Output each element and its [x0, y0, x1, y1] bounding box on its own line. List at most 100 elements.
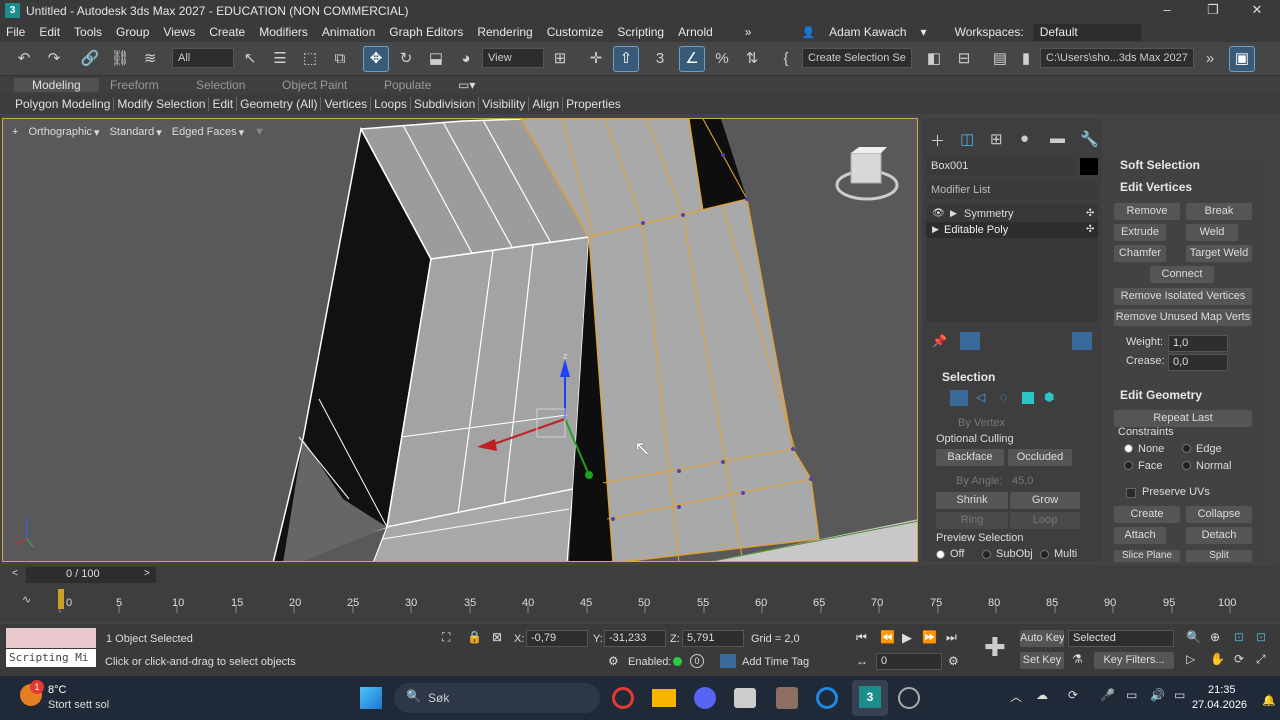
remove-unused-map-verts-button[interactable]: Remove Unused Map Verts: [1114, 309, 1252, 326]
weight-field[interactable]: 1,0: [1168, 335, 1228, 352]
menu-views[interactable]: Views: [156, 25, 202, 39]
preview-off-radio[interactable]: [936, 550, 945, 559]
zoom-all-icon[interactable]: ⊕: [1210, 630, 1220, 644]
modify-tab-icon[interactable]: ◫: [960, 130, 974, 148]
modifier-list-dropdown[interactable]: Modifier List: [926, 182, 1098, 199]
by-angle-field[interactable]: 45,0: [1012, 475, 1033, 487]
utilities-tab-icon[interactable]: 🔧: [1080, 130, 1099, 148]
display-icon[interactable]: ▭: [1126, 688, 1137, 702]
detach-button[interactable]: Detach: [1186, 527, 1252, 544]
windows-start-icon[interactable]: [360, 687, 382, 709]
soft-selection-rollout[interactable]: Soft Selection: [1120, 158, 1200, 172]
grow-button[interactable]: Grow: [1010, 492, 1080, 509]
place-icon[interactable]: ◕: [454, 47, 478, 71]
crease-field[interactable]: 0,0: [1168, 354, 1228, 371]
recording-app-icon[interactable]: [898, 687, 920, 709]
attach-button[interactable]: Attach: [1114, 527, 1166, 544]
object-name-field[interactable]: Box001: [926, 158, 1076, 175]
named-selection-dropdown[interactable]: Create Selection Se: [802, 48, 912, 68]
maxscript-listener-pink[interactable]: [6, 628, 96, 648]
display-tab-icon[interactable]: ▬: [1050, 130, 1065, 147]
next-frame-arrow-icon[interactable]: >: [144, 568, 150, 579]
project-path-dropdown[interactable]: C:\Users\sho...3ds Max 2027: [1040, 48, 1194, 68]
remove-button[interactable]: Remove: [1114, 203, 1180, 220]
menu-create[interactable]: Create: [202, 25, 252, 39]
target-weld-button[interactable]: Target Weld: [1186, 245, 1252, 262]
play-icon[interactable]: ▶: [902, 630, 912, 646]
taskbar-search[interactable]: 🔍 Søk: [394, 683, 600, 713]
ribbon-toggle-icon[interactable]: ▮: [1014, 47, 1038, 71]
percent-snap-icon[interactable]: %: [710, 47, 734, 71]
curve-editor-icon[interactable]: ∿: [22, 593, 31, 606]
maximize-viewport-icon[interactable]: ⤢: [1256, 652, 1266, 667]
undo-icon[interactable]: ↶: [12, 47, 36, 71]
x-coordinate-field[interactable]: -0,79: [526, 630, 588, 647]
loop-button[interactable]: Loop: [1010, 512, 1080, 529]
hierarchy-tab-icon[interactable]: ⊞: [990, 130, 1003, 148]
ribbon-options-icon[interactable]: ▭▾: [458, 78, 475, 92]
pivot-center-icon[interactable]: ⊞: [548, 47, 572, 71]
menu-arnold[interactable]: Arnold: [671, 25, 720, 39]
key-filters-button[interactable]: Key Filters...: [1094, 652, 1174, 669]
selection-filter-dropdown[interactable]: All: [172, 48, 234, 68]
track-bar[interactable]: 0 5 10 15 20 25 30 35 40 45 50 55 60 65 …: [56, 587, 1236, 613]
constraint-edge-radio[interactable]: [1182, 444, 1191, 453]
panel-modify-selection[interactable]: Modify Selection: [114, 97, 208, 111]
time-config-icon[interactable]: ⚙: [948, 654, 959, 668]
select-rotate-icon[interactable]: ↻: [394, 47, 418, 71]
shrink-button[interactable]: Shrink: [936, 492, 1008, 509]
manipulate-icon[interactable]: ✛: [584, 47, 608, 71]
tab-modeling[interactable]: Modeling: [14, 78, 99, 92]
redo-icon[interactable]: ↷: [42, 47, 66, 71]
previous-frame-icon[interactable]: ⏪: [880, 630, 895, 644]
panel-edit[interactable]: Edit: [209, 97, 236, 111]
zoom-extents-all-icon[interactable]: ⊡: [1256, 630, 1266, 644]
tray-overflow-icon[interactable]: ︿: [1010, 688, 1022, 705]
set-key-button[interactable]: Set Key: [1020, 652, 1064, 669]
file-explorer-icon[interactable]: [652, 689, 676, 707]
timeline-collapse-icon[interactable]: <: [12, 568, 18, 579]
menu-overflow-icon[interactable]: »: [738, 25, 759, 39]
menu-tools[interactable]: Tools: [67, 25, 109, 39]
constraint-normal-radio[interactable]: [1182, 461, 1191, 470]
mirror-icon[interactable]: ◧: [922, 47, 946, 71]
break-button[interactable]: Break: [1186, 203, 1252, 220]
set-key-plus-icon[interactable]: ✚: [984, 632, 1006, 663]
go-to-end-icon[interactable]: ⏭: [946, 630, 957, 645]
workspace-dropdown[interactable]: Default: [1032, 23, 1141, 41]
occluded-button[interactable]: Occluded: [1008, 449, 1072, 466]
time-slider[interactable]: 0 / 100 >: [26, 567, 156, 583]
current-frame-field[interactable]: 0: [876, 653, 942, 670]
menu-graph-editors[interactable]: Graph Editors: [382, 25, 470, 39]
select-move-icon[interactable]: ✥: [363, 46, 389, 72]
menu-customize[interactable]: Customize: [540, 25, 611, 39]
stack-pin-icon[interactable]: ✣: [1086, 224, 1094, 235]
select-by-name-icon[interactable]: ☰: [268, 47, 292, 71]
stack-item-editable-poly[interactable]: Editable Poly: [944, 224, 1008, 236]
close-button[interactable]: ✕: [1242, 2, 1272, 20]
key-filters-icon[interactable]: ⚗: [1072, 652, 1083, 666]
zoom-extents-icon[interactable]: ⊡: [1234, 630, 1244, 644]
select-scale-icon[interactable]: ⬓: [424, 47, 448, 71]
field-of-view-icon[interactable]: ▷: [1186, 652, 1195, 666]
edit-geometry-rollout[interactable]: Edit Geometry: [1120, 388, 1202, 402]
viewport-shading-menu[interactable]: Standard: [110, 126, 155, 139]
chamfer-button[interactable]: Chamfer: [1114, 245, 1166, 262]
preview-multi-radio[interactable]: [1040, 550, 1049, 559]
microphone-icon[interactable]: 🎤: [1100, 688, 1115, 702]
window-crossing-icon[interactable]: ⧉: [328, 47, 352, 71]
by-vertex-checkbox[interactable]: By Vertex: [958, 417, 1005, 429]
minimize-button[interactable]: –: [1152, 2, 1182, 20]
auto-key-button[interactable]: Auto Key: [1020, 630, 1064, 647]
preserve-uvs-checkbox[interactable]: [1126, 488, 1136, 498]
menu-rendering[interactable]: Rendering: [470, 25, 539, 39]
link-icon[interactable]: 🔗: [78, 47, 102, 71]
adaptive-degradation-icon[interactable]: ⚙: [608, 654, 619, 668]
toolbar-overflow-icon[interactable]: »: [1198, 47, 1222, 71]
ring-button[interactable]: Ring: [936, 512, 1008, 529]
extrude-button[interactable]: Extrude: [1114, 224, 1166, 241]
select-object-icon[interactable]: ↖: [238, 47, 262, 71]
edit-vertices-rollout[interactable]: Edit Vertices: [1120, 180, 1192, 194]
game-icon[interactable]: [776, 687, 798, 709]
viewport[interactable]: z: [2, 118, 918, 562]
